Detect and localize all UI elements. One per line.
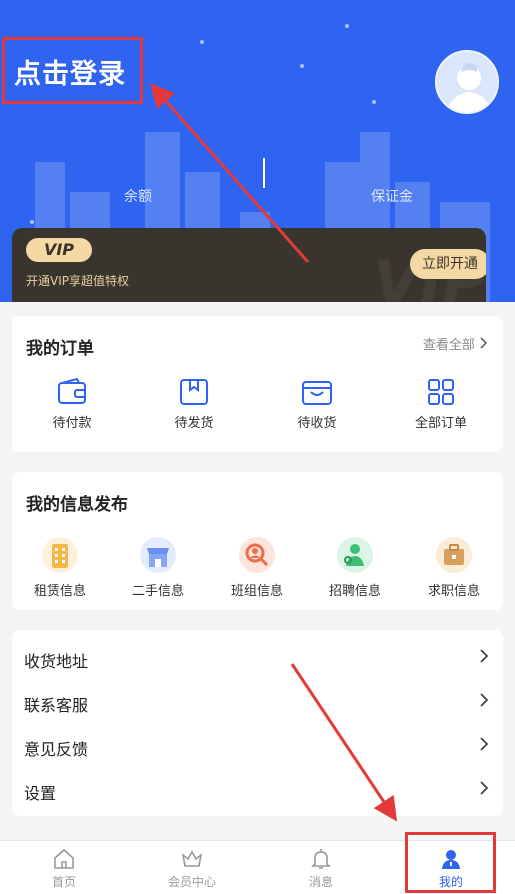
info-item-label: 招聘信息 [328, 584, 381, 599]
star-dot [300, 64, 304, 68]
vip-badge: VIP [26, 238, 92, 262]
orders-card: 我的订单 查看全部 待付款 待发货 待收货 全部订单 [12, 316, 503, 452]
menu-settings[interactable]: 设置 [12, 768, 503, 812]
info-publish-title: 我的信息发布 [26, 495, 128, 515]
info-rental[interactable]: 租赁信息 [20, 536, 100, 599]
grid-icon [428, 379, 454, 405]
tab-home[interactable]: 首页 [0, 841, 128, 894]
order-item-label: 待收货 [297, 416, 337, 431]
vip-description: 开通VIP享超值特权 [26, 274, 129, 288]
info-item-label: 租赁信息 [33, 584, 86, 599]
order-pending-shipment[interactable]: 待发货 [154, 378, 234, 431]
menu-item-label: 意见反馈 [24, 740, 89, 759]
menu-shipping-address[interactable]: 收货地址 [12, 636, 503, 680]
crown-icon [181, 850, 203, 867]
view-all-label: 查看全部 [422, 338, 475, 353]
settings-menu-card: 收货地址 联系客服 意见反馈 设置 [12, 630, 503, 816]
info-team[interactable]: 班组信息 [217, 536, 297, 599]
info-secondhand[interactable]: 二手信息 [118, 536, 198, 599]
info-publish-card: 我的信息发布 租赁信息 二手信息 班组信息 招聘信息 求职信息 [12, 472, 503, 610]
stats-divider [263, 158, 265, 188]
menu-item-label: 联系客服 [24, 696, 89, 715]
vip-open-button[interactable]: 立即开通 [410, 249, 486, 279]
order-all[interactable]: 全部订单 [401, 378, 481, 431]
tab-messages[interactable]: 消息 [257, 841, 385, 894]
deposit-label[interactable]: 保证金 [371, 186, 413, 206]
menu-item-label: 设置 [24, 784, 57, 803]
tab-member-center[interactable]: 会员中心 [128, 841, 256, 894]
team-search-icon [239, 537, 275, 573]
star-dot [30, 220, 34, 224]
store-icon [140, 537, 176, 573]
building-icon [42, 537, 78, 573]
box-icon [180, 379, 208, 405]
chevron-right-icon [480, 693, 489, 707]
menu-feedback[interactable]: 意见反馈 [12, 724, 503, 768]
tab-highlight-box [405, 832, 496, 893]
recruit-icon [337, 537, 373, 573]
info-jobseek[interactable]: 求职信息 [414, 536, 494, 599]
order-item-label: 待付款 [52, 416, 92, 431]
wallet-icon [58, 378, 86, 404]
order-item-label: 全部订单 [414, 416, 467, 431]
login-highlight-box [2, 37, 143, 104]
chevron-right-icon [480, 781, 489, 795]
chevron-right-icon [480, 737, 489, 751]
star-dot [200, 40, 204, 44]
tab-label: 消息 [308, 875, 333, 889]
info-item-label: 班组信息 [230, 584, 283, 599]
orders-view-all-link[interactable]: 查看全部 [423, 334, 489, 353]
info-item-label: 二手信息 [131, 584, 184, 599]
home-icon [54, 848, 74, 869]
tab-label: 会员中心 [167, 875, 216, 889]
tab-label: 首页 [51, 875, 76, 889]
chevron-right-icon [480, 649, 489, 663]
briefcase-icon [436, 537, 472, 573]
package-open-icon [302, 381, 332, 405]
order-item-label: 待发货 [174, 416, 214, 431]
menu-item-label: 收货地址 [24, 652, 89, 671]
menu-customer-service[interactable]: 联系客服 [12, 680, 503, 724]
balance-label[interactable]: 余额 [124, 186, 152, 206]
info-recruit[interactable]: 招聘信息 [315, 536, 395, 599]
order-pending-payment[interactable]: 待付款 [32, 378, 112, 431]
info-item-label: 求职信息 [427, 584, 480, 599]
order-pending-receipt[interactable]: 待收货 [277, 378, 357, 431]
vip-card[interactable]: VIP VIP 开通VIP享超值特权 立即开通 [12, 228, 486, 302]
star-dot [372, 100, 376, 104]
bell-icon [311, 849, 331, 869]
avatar[interactable] [435, 50, 499, 114]
chevron-right-icon [480, 337, 488, 349]
orders-title: 我的订单 [26, 339, 94, 359]
star-dot [345, 24, 349, 28]
profile-header: 点击登录 余额 保证金 VIP VIP 开通VIP享超值特权 立即开通 [0, 0, 515, 302]
